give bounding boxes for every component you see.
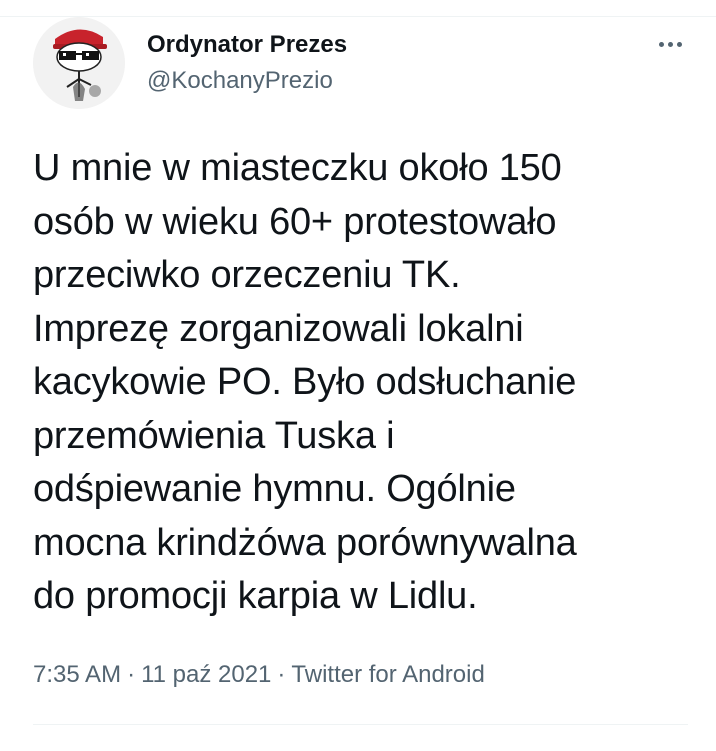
tweet-text: U mnie w miasteczku około 150 osób w wie… (33, 147, 577, 617)
avatar[interactable] (33, 17, 125, 109)
tweet-date[interactable]: 11 paź 2021 (141, 661, 271, 688)
more-horizontal-icon (658, 41, 664, 47)
more-button[interactable] (650, 30, 690, 58)
author-name[interactable]: Ordynator Prezes (147, 30, 347, 60)
tweet-meta: 7:35 AM · 11 paź 2021 · Twitter for Android (33, 660, 485, 690)
tweet-source[interactable]: Twitter for Android (291, 661, 484, 688)
author-handle[interactable]: @KochanyPrezio (147, 66, 333, 96)
bottom-divider (33, 724, 688, 725)
tweet-time[interactable]: 7:35 AM (33, 661, 121, 688)
meta-separator: · (277, 661, 286, 688)
avatar-icon (33, 17, 125, 109)
more-horizontal-icon-dot (676, 41, 682, 47)
meta-separator: · (127, 661, 136, 688)
more-horizontal-icon-dot (667, 41, 673, 47)
tweet: Ordynator Prezes @KochanyPrezio U mnie w… (0, 0, 716, 751)
